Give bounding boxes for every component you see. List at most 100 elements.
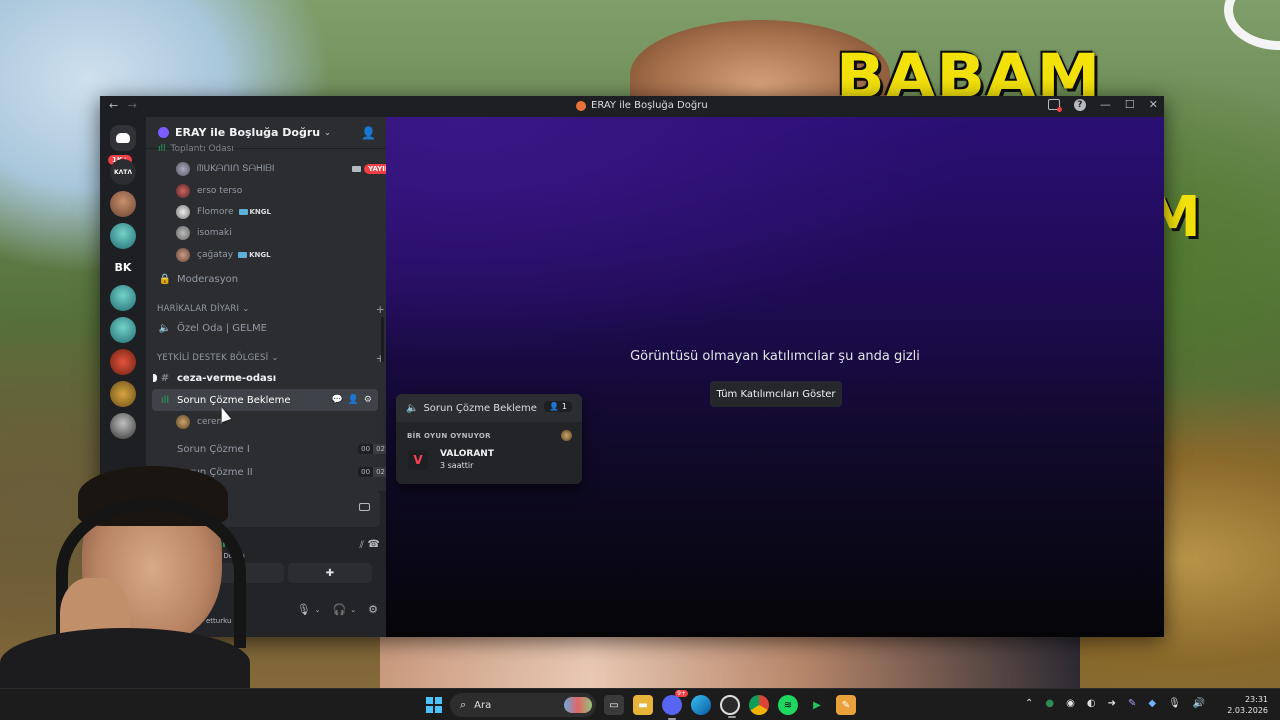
file-explorer-icon[interactable]: ▬ <box>633 695 653 715</box>
hidden-participants-message: Görüntüsü olmayan katılımcılar şu anda g… <box>630 349 920 364</box>
windows-taskbar: ⌕ Ara ▭ ▬ 9+ ≋ ▶ ✎ ⌃ ● ◉ ◐ ➜ ✎ ◆ 🎙 🔊 23:… <box>0 688 1280 720</box>
voice-member[interactable]: ᗰᑌKᗩᑎIᑎ ՏᗩᕼIᗷI YAYINDA <box>176 159 386 179</box>
playing-label: BİR OYUN OYNUYOR <box>407 432 491 440</box>
maximize-button[interactable]: ☐ <box>1125 98 1135 111</box>
tray-app-icon[interactable]: ● <box>1045 698 1054 709</box>
user-limit: 00 02 <box>358 444 386 454</box>
system-tray: ⌃ ● ◉ ◐ ➜ ✎ ◆ 🎙 🔊 <box>1025 698 1205 709</box>
voice-channel-toplanti[interactable]: ıll Toplantı Odası <box>158 144 386 154</box>
server-icon-teal[interactable] <box>110 317 136 343</box>
live-badge: YAYINDA <box>364 164 386 174</box>
show-all-participants-button[interactable]: Tüm Katılımcıları Göster <box>710 381 842 407</box>
sidebar-scrollbar[interactable] <box>381 317 384 362</box>
volume-icon[interactable]: 🔊 <box>1193 698 1205 709</box>
steam-icon[interactable]: ◐ <box>1087 698 1096 709</box>
taskbar-clock[interactable]: 23:31 2.03.2026 <box>1227 694 1268 716</box>
home-button[interactable] <box>110 125 136 151</box>
chevron-up-icon[interactable]: ⌃ <box>1025 698 1033 709</box>
inbox-icon[interactable] <box>1047 99 1062 112</box>
tray-app-icon[interactable]: ✎ <box>1128 698 1136 709</box>
minimize-button[interactable]: — <box>1100 98 1111 111</box>
server-icon-kata[interactable]: KɅTɅ <box>110 159 136 185</box>
title-nav: ← → <box>109 99 143 112</box>
voice-member[interactable]: ceren ⊘ <box>176 412 386 432</box>
discord-window: ← → ERAY ile Boşluğa Doğru ? — ☐ ✕ 1K+ K… <box>100 96 1164 637</box>
category-harikalar[interactable]: HARİKALAR DİYARI ⌄ + <box>157 303 386 316</box>
add-channel-icon[interactable]: + <box>376 303 385 316</box>
server-icon-badge[interactable] <box>110 381 136 407</box>
chevron-down-icon[interactable]: ⌄ <box>315 606 321 614</box>
chevron-down-icon: ⌄ <box>242 304 250 314</box>
close-button[interactable]: ✕ <box>1149 98 1158 111</box>
windows-start-icon[interactable] <box>426 697 442 713</box>
member-name: ᗰᑌKᗩᑎIᑎ ՏᗩᕼIᗷI <box>197 164 275 174</box>
search-placeholder: Ara <box>474 699 492 711</box>
avatar <box>176 415 190 429</box>
headphones-icon[interactable]: 🎧 <box>333 603 347 616</box>
server-icon-bk[interactable]: BK <box>110 254 136 280</box>
forward-arrow-icon[interactable]: → <box>128 99 137 112</box>
voice-member[interactable]: erso terso <box>176 181 386 201</box>
back-arrow-icon[interactable]: ← <box>109 99 118 112</box>
voice-member[interactable]: isomaki <box>176 223 386 243</box>
play-app-icon[interactable]: ▶ <box>807 695 827 715</box>
avatar <box>561 430 572 441</box>
microphone-icon[interactable]: 🎙 <box>297 603 311 616</box>
user-controls: 🎙 ⌄ 🎧 ⌄ ⚙ <box>297 603 378 616</box>
gear-icon[interactable]: ⚙ <box>364 395 372 405</box>
kngl-tag: KNGL <box>238 251 271 259</box>
server-icon-wiki[interactable] <box>110 223 136 249</box>
popout-channel-name: Sorun Çözme Bekleme <box>423 402 537 414</box>
discord-taskbar-icon[interactable]: 9+ <box>662 690 688 720</box>
server-icon-red[interactable] <box>110 349 136 375</box>
voice-member[interactable]: Flomore KNGL <box>176 202 386 222</box>
server-icon-staff[interactable] <box>110 285 136 311</box>
kngl-tag: KNGL <box>238 208 271 216</box>
channel-label: Özel Oda | GELME <box>177 322 267 334</box>
channel-ozel-oda[interactable]: 🔈 Özel Oda | GELME <box>158 317 386 339</box>
spotify-icon[interactable]: ≋ <box>778 695 798 715</box>
server-icon-avatar[interactable] <box>110 191 136 217</box>
edge-icon[interactable] <box>691 695 711 715</box>
tray-app-icon[interactable]: ◉ <box>1066 698 1075 709</box>
voice-stage: Görüntüsü olmayan katılımcılar şu anda g… <box>386 117 1164 637</box>
noise-suppression-icon[interactable]: ⫽ <box>360 540 364 551</box>
channel-sorun-bekleme[interactable]: ıll Sorun Çözme Bekleme 💬 👤 ⚙ <box>152 389 378 411</box>
voice-active-icon: ıll <box>158 144 166 154</box>
invite-icon[interactable]: 👤 <box>348 395 359 405</box>
participant-count-value: 1 <box>561 402 567 411</box>
channel-ceza-verme[interactable]: # ceza-verme-odası <box>153 367 386 389</box>
discord-logo-icon <box>116 133 130 143</box>
server-icon-person[interactable] <box>110 413 136 439</box>
tray-app-icon[interactable]: ◆ <box>1148 698 1156 709</box>
category-yetkili[interactable]: YETKİLİ DESTEK BÖLGESİ ⌄ + <box>157 352 386 365</box>
activities-icon: ✚ <box>325 567 335 579</box>
clock-date: 2.03.2026 <box>1227 706 1268 715</box>
chrome-icon[interactable] <box>749 695 769 715</box>
avatar <box>176 184 190 198</box>
gear-icon[interactable]: ⚙ <box>368 603 378 616</box>
speaker-icon: 🔈 <box>158 322 172 334</box>
invite-people-icon[interactable]: 👤 <box>361 126 376 140</box>
obs-icon[interactable] <box>720 695 740 718</box>
valorant-icon: V <box>408 450 428 470</box>
help-icon[interactable]: ? <box>1073 98 1086 111</box>
voice-active-icon: ıll <box>160 394 170 406</box>
microphone-icon[interactable]: 🎙 <box>1168 698 1181 709</box>
app-icon[interactable]: ✎ <box>836 695 856 715</box>
disconnect-icon[interactable]: ☎ <box>368 539 380 550</box>
user-limit: 00 02 <box>358 467 386 477</box>
activities-button[interactable]: ✚ <box>288 563 372 583</box>
webcam-overlay <box>0 438 250 688</box>
chevron-down-icon[interactable]: ⌄ <box>350 606 356 614</box>
channel-moderasyon[interactable]: 🔒 Moderasyon <box>158 268 386 290</box>
category-label: HARİKALAR DİYARI <box>157 304 240 314</box>
task-view-icon[interactable]: ▭ <box>604 695 624 715</box>
taskbar-search[interactable]: ⌕ Ara <box>450 693 596 717</box>
member-name: Flomore <box>197 207 234 217</box>
tray-app-icon[interactable]: ➜ <box>1108 698 1116 709</box>
member-name: çağatay <box>197 250 234 260</box>
screen-share-icon[interactable] <box>359 503 370 511</box>
voice-member[interactable]: çağatay KNGL <box>176 245 386 265</box>
chat-icon[interactable]: 💬 <box>331 395 342 405</box>
